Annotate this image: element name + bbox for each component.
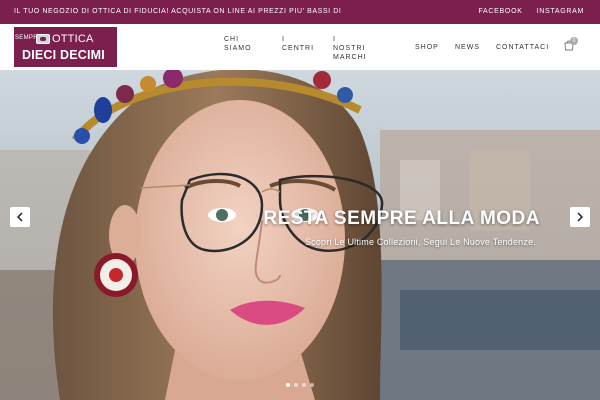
facebook-link[interactable]: FACEBOOK [478,8,522,15]
nav-marchi-line1: I NOSTRI [333,36,366,52]
cart-count-badge: 0 [570,37,578,45]
nav-centri[interactable]: I CENTRI [282,35,314,53]
hero-image [0,70,600,400]
nav-centri-line1: I [282,36,285,43]
nav-contattaci[interactable]: CONTATTACI [496,43,549,52]
instagram-link[interactable]: INSTAGRAM [537,8,584,15]
slider-dot[interactable] [310,383,314,387]
site-header: SEMPRE OTTICA DIECI DECIMI CHI SIAMO I C… [0,24,600,70]
slider-dot[interactable] [286,383,290,387]
slider-dot[interactable] [294,383,298,387]
hero-subheadline: Scopri Le Ultime Collezioni, Segui Le Nu… [304,237,536,247]
nav-shop[interactable]: SHOP [415,43,439,52]
nav-centri-line2: CENTRI [282,45,315,52]
site-logo[interactable]: SEMPRE OTTICA DIECI DECIMI [14,27,117,67]
chevron-right-icon [577,212,584,222]
slider-next-button[interactable] [570,207,590,227]
hero-slider: RESTA SEMPRE ALLA MODA Scopri Le Ultime … [0,70,600,400]
slider-prev-button[interactable] [10,207,30,227]
logo-ottica: OTTICA [52,33,94,45]
slider-dots [286,383,314,387]
nav-marchi[interactable]: I NOSTRI MARCHI [333,35,367,62]
slider-dot[interactable] [302,383,306,387]
glasses-logo-icon [36,34,50,44]
logo-name: DIECI DECIMI [22,48,105,62]
hero-headline: RESTA SEMPRE ALLA MODA [263,208,540,229]
nav-chi-siamo-line2: SIAMO [224,45,252,52]
nav-chi-siamo[interactable]: CHI SIAMO [224,35,252,53]
nav-marchi-line2: MARCHI [333,54,367,61]
chevron-left-icon [16,212,23,222]
promo-text: IL TUO NEGOZIO DI OTTICA DI FIDUCIA! ACQ… [14,8,342,15]
nav-news[interactable]: NEWS [455,43,480,52]
top-bar: IL TUO NEGOZIO DI OTTICA DI FIDUCIA! ACQ… [0,0,600,24]
nav-chi-siamo-line1: CHI [224,36,240,43]
social-links: FACEBOOK INSTAGRAM [478,8,584,15]
